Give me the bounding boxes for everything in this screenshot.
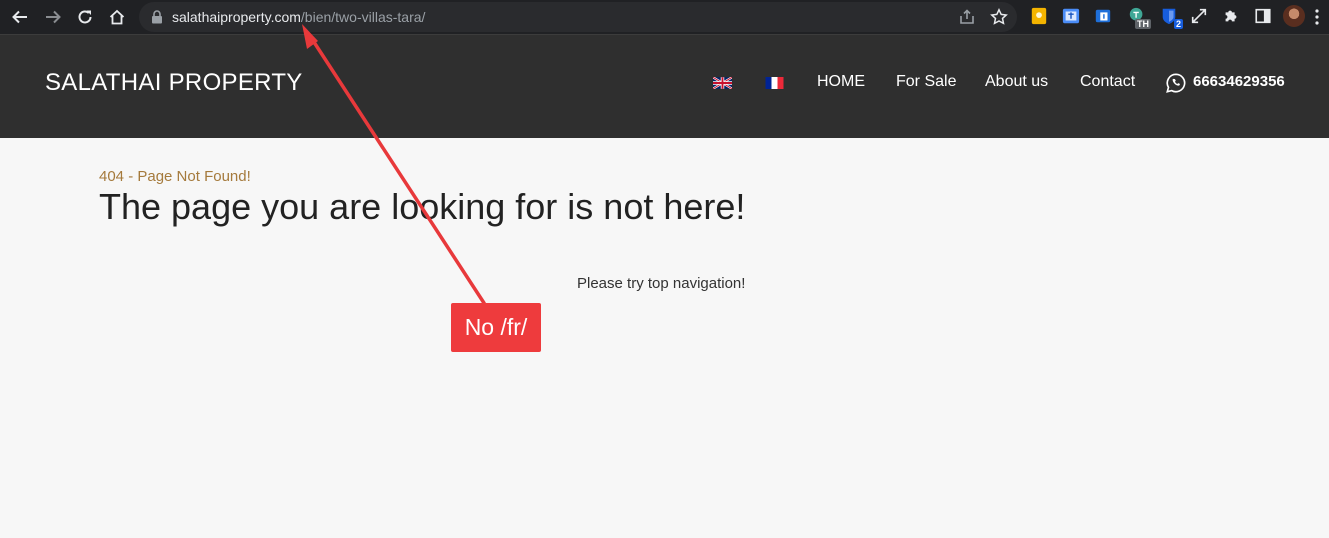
error-title: The page you are looking for is not here… [99, 186, 746, 227]
keep-extension-button[interactable] [1029, 6, 1049, 26]
home-icon [109, 9, 125, 25]
french-flag-icon[interactable] [765, 77, 784, 89]
nav-home-link[interactable]: HOME [817, 73, 865, 91]
url-host: salathaiproperty.com [172, 9, 301, 25]
nav-for-sale-link[interactable]: For Sale [896, 73, 956, 91]
browser-toolbar: salathaiproperty.com/bien/two-villas-tar… [0, 0, 1329, 35]
bitwarden-extension-button[interactable]: 2 [1159, 6, 1183, 29]
side-panel-button[interactable] [1253, 6, 1273, 26]
expand-arrows-icon [1191, 8, 1207, 24]
url-text[interactable]: salathaiproperty.com/bien/two-villas-tar… [172, 9, 425, 25]
address-bar[interactable]: salathaiproperty.com/bien/two-villas-tar… [139, 2, 1017, 32]
back-arrow-icon [12, 10, 27, 24]
bookmark-star-icon[interactable] [990, 8, 1008, 26]
forward-arrow-icon [46, 10, 61, 24]
forward-button[interactable] [41, 5, 65, 29]
whatsapp-icon[interactable] [1165, 72, 1187, 94]
back-button[interactable] [8, 5, 32, 29]
nav-contact-link[interactable]: Contact [1080, 73, 1135, 91]
tab-counter-icon [1095, 9, 1111, 23]
fullscreen-button[interactable] [1189, 6, 1209, 26]
language-extension-button[interactable]: TH [1127, 6, 1151, 29]
language-badge: TH [1135, 19, 1151, 29]
extensions-button[interactable] [1221, 6, 1241, 26]
share-icon[interactable] [958, 8, 976, 26]
translate-extension-button[interactable] [1061, 6, 1081, 26]
site-brand[interactable]: SALATHAI PROPERTY [45, 69, 303, 97]
error-code: 404 - Page Not Found! [99, 168, 251, 185]
site-header: SALATHAI PROPERTY HOME For Sale About us… [0, 35, 1329, 138]
lock-icon [152, 10, 162, 24]
puzzle-piece-icon [1225, 10, 1237, 22]
error-hint: Please try top navigation! [577, 275, 746, 292]
nav-about-link[interactable]: About us [985, 73, 1048, 91]
annotation-callout: No /fr/ [451, 303, 541, 352]
reload-button[interactable] [73, 5, 97, 29]
profile-avatar[interactable] [1283, 5, 1305, 27]
phone-number-link[interactable]: 66634629356 [1193, 73, 1285, 90]
side-panel-icon [1255, 8, 1271, 24]
home-button[interactable] [105, 5, 129, 29]
browser-menu-icon[interactable] [1312, 8, 1322, 26]
url-path: /bien/two-villas-tara/ [300, 9, 426, 25]
tab-counter-extension-button[interactable] [1093, 6, 1113, 26]
bitwarden-badge: 2 [1173, 19, 1183, 29]
english-flag-icon[interactable] [713, 77, 732, 89]
translate-page-icon [1062, 8, 1080, 24]
reload-icon [78, 10, 92, 24]
keep-icon [1031, 7, 1047, 25]
